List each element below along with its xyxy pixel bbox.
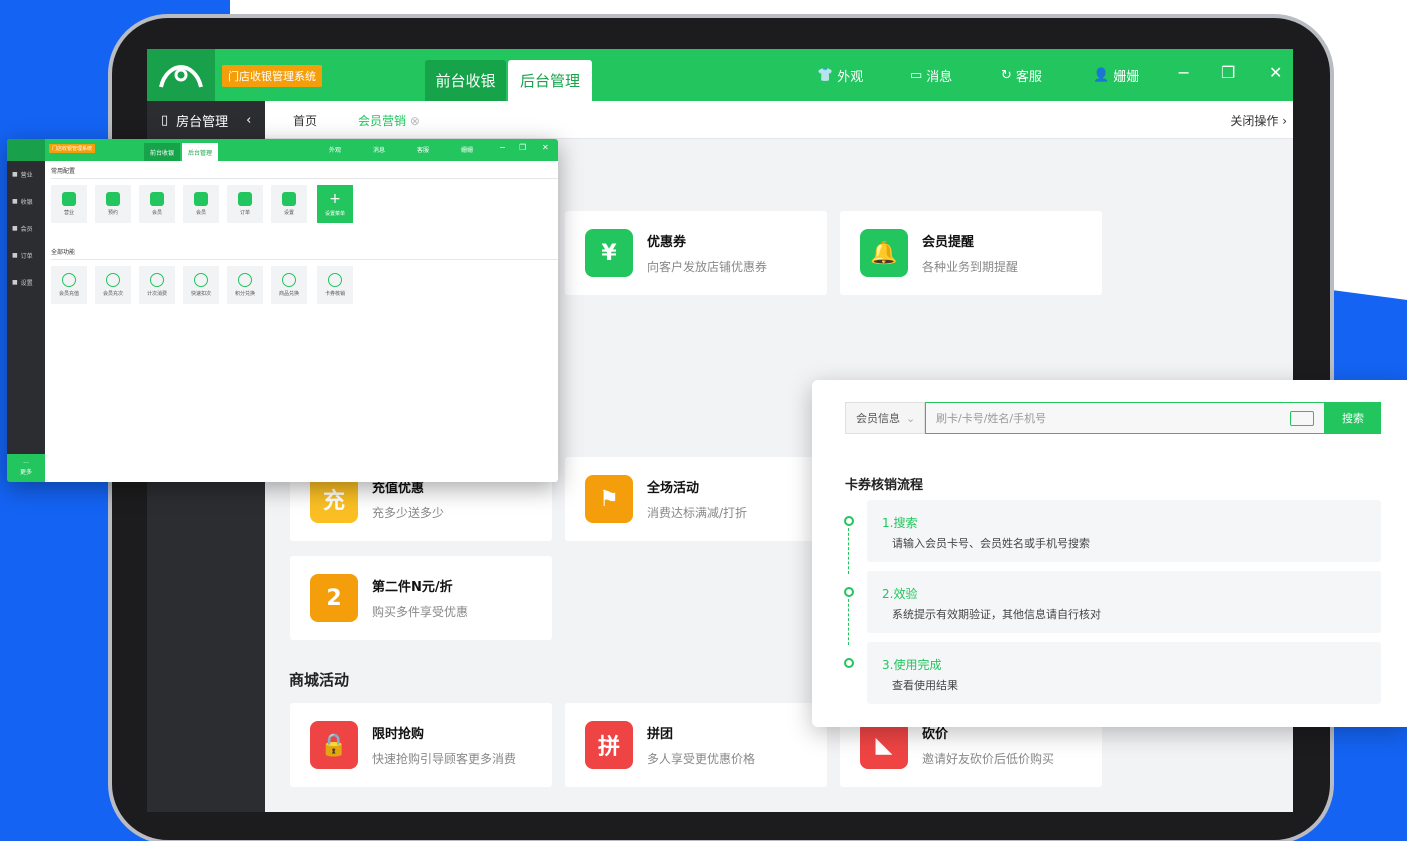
minimize-button[interactable]: −: [1177, 63, 1190, 82]
mini-tile-member-2[interactable]: 会员: [183, 185, 219, 223]
mini-window: 门店收银管理系统 前台收银 后台管理 外观 消息 客服 姗姗 − ❐ ✕ ■ 营…: [7, 139, 558, 482]
step-complete: 3.使用完成 查看使用结果: [867, 642, 1381, 704]
mini-system-badge: 门店收银管理系统: [49, 144, 96, 153]
mini-tab-back[interactable]: 后台管理: [182, 143, 218, 161]
mini-nav-service[interactable]: 客服: [417, 145, 429, 154]
tab-back-management[interactable]: 后台管理: [508, 60, 592, 101]
card-member-remind[interactable]: 🔔 会员提醒 各种业务到期提醒: [840, 211, 1102, 295]
mini-sidebar: ■ 营业 ■ 收银 ■ 会员 ■ 订单 ■ 设置 ··· 更多: [7, 161, 45, 482]
nav-appearance[interactable]: 👕 外观: [817, 66, 863, 85]
mini-side-item-member[interactable]: ■ 会员: [7, 215, 45, 242]
step-line-1: [848, 528, 849, 574]
mini-all-label: 全部功能: [51, 249, 76, 256]
nav-messages[interactable]: ▭ 消息: [910, 66, 952, 85]
mini-tile-business[interactable]: 营业: [51, 185, 87, 223]
mini-restore-button[interactable]: ❐: [519, 143, 526, 152]
mini-side-item-order[interactable]: ■ 订单: [7, 242, 45, 269]
mini-divider: [51, 178, 558, 179]
mini-tile-consume[interactable]: 计次消费: [139, 266, 175, 304]
section-mall-activity: 商城活动: [289, 671, 350, 689]
close-operations[interactable]: 关闭操作 ›: [1230, 112, 1287, 129]
step-line-2: [848, 599, 849, 645]
verification-panel: 会员信息 ⌄ 刷卡/卡号/姓名/手机号 搜索 卡券核销流程 1.搜索 请输入会员卡…: [812, 380, 1407, 727]
mini-tab-front[interactable]: 前台收银: [144, 143, 180, 161]
group-buy-icon: 拼: [585, 721, 633, 769]
message-icon: ▭: [910, 68, 923, 83]
mini-tile-points[interactable]: 积分兑换: [227, 266, 263, 304]
tab-front-cashier[interactable]: 前台收银: [425, 60, 506, 101]
mini-side-item-settings[interactable]: ■ 设置: [7, 269, 45, 296]
flag-icon: ⚑: [585, 475, 633, 523]
room-icon: ▯: [161, 112, 169, 128]
app-logo: [147, 49, 215, 101]
bargain-icon: ◣: [860, 721, 908, 769]
coupon-icon: ¥: [585, 229, 633, 277]
mini-tile-goods-exchange[interactable]: 商品兑换: [271, 266, 307, 304]
mini-nav-messages[interactable]: 消息: [373, 145, 385, 154]
app-header: 门店收银管理系统 前台收银 后台管理 👕 外观 ▭ 消息 ↻ 客服 👤 姗姗 − ❐ ✕: [147, 49, 1293, 101]
mini-minimize-button[interactable]: −: [499, 143, 506, 152]
panel-title: 卡券核销流程: [845, 478, 924, 493]
close-button[interactable]: ✕: [1269, 63, 1282, 82]
member-info-select[interactable]: 会员信息 ⌄: [845, 402, 925, 434]
mini-side-item-business[interactable]: ■ 营业: [7, 161, 45, 188]
bell-icon: 🔔: [860, 229, 908, 277]
mini-nav-user[interactable]: 姗姗: [461, 145, 473, 154]
step-dot-2: [844, 587, 854, 597]
mini-tile-settings[interactable]: 设置: [271, 185, 307, 223]
collapse-icon[interactable]: ‹: [246, 113, 251, 128]
restore-button[interactable]: ❐: [1221, 63, 1235, 82]
mini-nav-appearance[interactable]: 外观: [329, 145, 341, 154]
mini-tile-coupon-verify[interactable]: 卡券核销: [317, 266, 353, 304]
headset-icon: ↻: [1001, 68, 1012, 83]
mini-tile-member[interactable]: 会员: [139, 185, 175, 223]
crumb-member-marketing[interactable]: 会员营销 ⊗: [358, 112, 420, 129]
mini-common-label: 常用配置: [51, 168, 76, 175]
mini-tile-add-menu[interactable]: + 设置菜单: [317, 185, 353, 223]
card-flash-sale[interactable]: 🔒 限时抢购 快速抢购引导顾客更多消费: [290, 703, 552, 787]
system-badge: 门店收银管理系统: [222, 65, 322, 87]
user-icon: 👤: [1093, 68, 1110, 83]
mini-tile-order[interactable]: 订单: [227, 185, 263, 223]
mini-tile-quick-deduct[interactable]: 快速扣次: [183, 266, 219, 304]
chevron-down-icon: ⌄: [906, 411, 916, 425]
mini-more-button[interactable]: ··· 更多: [7, 454, 45, 482]
mini-side-item-cashier[interactable]: ■ 收银: [7, 188, 45, 215]
shirt-icon: 👕: [817, 68, 834, 83]
sub-bar: ▯ 房台管理 ‹ 首页 会员营销 ⊗ 关闭操作 ›: [147, 101, 1293, 139]
mini-header: 门店收银管理系统 前台收银 后台管理 外观 消息 客服 姗姗 − ❐ ✕: [7, 139, 558, 161]
second-item-icon: 2: [310, 574, 358, 622]
close-tab-icon[interactable]: ⊗: [410, 114, 420, 128]
card-coupon[interactable]: ¥ 优惠券 向客户发放店铺优惠券: [565, 211, 827, 295]
lock-icon: 🔒: [310, 721, 358, 769]
mini-logo: [7, 139, 45, 161]
mini-divider-2: [51, 259, 558, 260]
step-verify: 2.效验 系统提示有效期验证，其他信息请自行核对: [867, 571, 1381, 633]
search-input[interactable]: 刷卡/卡号/姓名/手机号: [925, 402, 1325, 434]
side-header: ▯ 房台管理 ‹: [147, 101, 265, 139]
search-button[interactable]: 搜索: [1325, 402, 1381, 434]
step-dot-3: [844, 658, 854, 668]
card-second-item[interactable]: 2 第二件N元/折 购买多件享受优惠: [290, 556, 552, 640]
recharge-icon: 充: [310, 475, 358, 523]
card-group-buy[interactable]: 拼 拼团 多人享受更优惠价格: [565, 703, 827, 787]
crumb-home[interactable]: 首页: [293, 112, 317, 129]
mini-tile-reserve[interactable]: 预约: [95, 185, 131, 223]
keyboard-icon[interactable]: [1290, 411, 1314, 426]
mini-tile-times[interactable]: 会员充次: [95, 266, 131, 304]
mini-close-button[interactable]: ✕: [542, 143, 549, 152]
mini-tile-recharge[interactable]: 会员充值: [51, 266, 87, 304]
step-search: 1.搜索 请输入会员卡号、会员姓名或手机号搜索: [867, 500, 1381, 562]
nav-user[interactable]: 👤 姗姗: [1093, 66, 1139, 85]
card-full-activity[interactable]: ⚑ 全场活动 消费达标满减/打折: [565, 457, 827, 541]
step-dot-1: [844, 516, 854, 526]
nav-service[interactable]: ↻ 客服: [1001, 66, 1042, 85]
